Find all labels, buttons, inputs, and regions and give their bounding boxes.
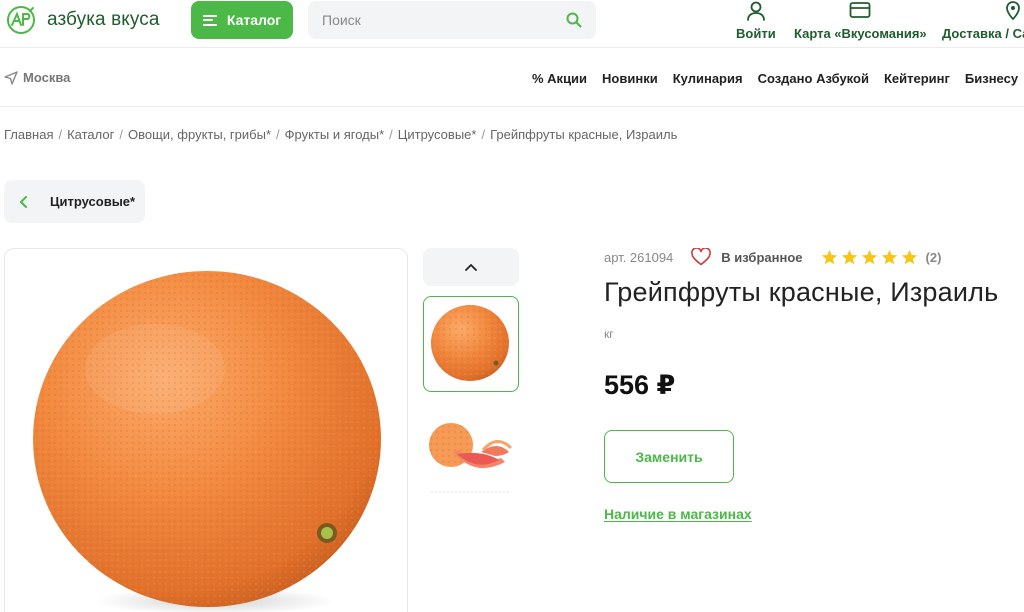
city-selector[interactable]: Москва	[4, 70, 70, 85]
nav-link-business[interactable]: Бизнесу	[965, 71, 1018, 86]
breadcrumb-item[interactable]: Фрукты и ягоды*	[285, 127, 385, 142]
product-price: 556 ₽	[604, 370, 676, 400]
search-input[interactable]	[322, 1, 552, 39]
thumbnail-sliced-grapefruit[interactable]	[423, 400, 519, 496]
product-main-image[interactable]	[4, 248, 408, 612]
reviews-count: (2)	[925, 249, 942, 265]
delivery-label: Доставка / Са	[942, 26, 1024, 41]
chevron-left-icon	[20, 195, 27, 208]
breadcrumb-item[interactable]: Овощи, фрукты, грибы*	[128, 127, 271, 142]
store-availability-link[interactable]: Наличие в магазинах	[604, 506, 752, 522]
breadcrumb-item[interactable]: Главная	[4, 127, 53, 142]
add-to-favorites[interactable]: В избранное	[691, 248, 803, 266]
star-icon	[821, 249, 837, 264]
search-icon[interactable]	[566, 12, 582, 28]
star-icon	[901, 249, 917, 264]
delivery-link[interactable]: Доставка / Са	[942, 0, 1024, 41]
grapefruit-slices-thumbnail	[429, 423, 513, 493]
star-icon	[861, 249, 877, 264]
login-link[interactable]: Войти	[736, 0, 776, 41]
breadcrumb-separator: /	[481, 127, 486, 142]
replace-button[interactable]: Заменить	[604, 430, 734, 483]
menu-icon	[202, 14, 217, 26]
nav-links: % Акции Новинки Кулинария Создано Азбуко…	[532, 71, 1024, 86]
nav-link-new[interactable]: Новинки	[602, 71, 658, 86]
site-header: азбука вкуса Каталог Войти Карта «Вкусом…	[0, 0, 1024, 48]
breadcrumb-separator: /	[389, 127, 393, 142]
product-title: Грейпфруты красные, Израиль	[604, 277, 999, 307]
product-meta-row: арт. 261094 В избранное (2)	[604, 248, 941, 266]
logo-icon	[7, 6, 35, 34]
breadcrumb-separator: /	[276, 127, 280, 142]
logo-text: азбука вкуса	[47, 9, 160, 30]
card-icon	[849, 2, 871, 18]
nav-link-own-brand[interactable]: Создано Азбукой	[758, 71, 869, 86]
catalog-button-label: Каталог	[226, 12, 282, 28]
back-to-category-button[interactable]: Цитрусовые*	[4, 180, 145, 223]
login-label: Войти	[736, 26, 776, 41]
user-icon	[746, 1, 765, 21]
search-box	[308, 1, 596, 39]
card-label: Карта «Вкусомания»	[794, 26, 927, 41]
navigation-arrow-icon	[4, 70, 18, 85]
star-icon	[881, 249, 897, 264]
breadcrumb: Главная / Каталог / Овощи, фрукты, грибы…	[4, 127, 677, 142]
loyalty-card-link[interactable]: Карта «Вкусомания»	[794, 0, 927, 41]
product-unit: кг	[604, 327, 614, 341]
favorites-label: В избранное	[721, 249, 803, 265]
back-chip-label: Цитрусовые*	[50, 194, 136, 209]
catalog-button[interactable]: Каталог	[191, 1, 293, 39]
nav-link-culinary[interactable]: Кулинария	[673, 71, 743, 86]
chevron-up-icon	[465, 264, 477, 271]
heart-icon	[691, 248, 712, 266]
rating-stars[interactable]: (2)	[821, 249, 942, 266]
breadcrumb-item[interactable]: Каталог	[67, 127, 114, 142]
grapefruit-image	[33, 271, 381, 612]
nav-link-promotions[interactable]: % Акции	[532, 71, 587, 86]
thumbnail-whole-grapefruit[interactable]	[423, 296, 519, 392]
breadcrumb-separator: /	[119, 127, 123, 142]
nav-link-catering[interactable]: Кейтеринг	[884, 71, 950, 86]
thumbnails-up-button[interactable]	[423, 248, 519, 286]
sub-navigation: Москва % Акции Новинки Кулинария Создано…	[0, 49, 1024, 107]
breadcrumb-current: Грейпфруты красные, Израиль	[490, 127, 678, 142]
location-pin-icon	[1006, 1, 1020, 21]
breadcrumb-item[interactable]: Цитрусовые*	[398, 127, 477, 142]
article-number: арт. 261094	[604, 249, 674, 265]
city-name: Москва	[23, 70, 71, 85]
grapefruit-thumbnail	[431, 305, 509, 381]
breadcrumb-separator: /	[58, 127, 63, 142]
star-icon	[841, 249, 857, 264]
logo[interactable]: азбука вкуса	[4, 5, 160, 35]
